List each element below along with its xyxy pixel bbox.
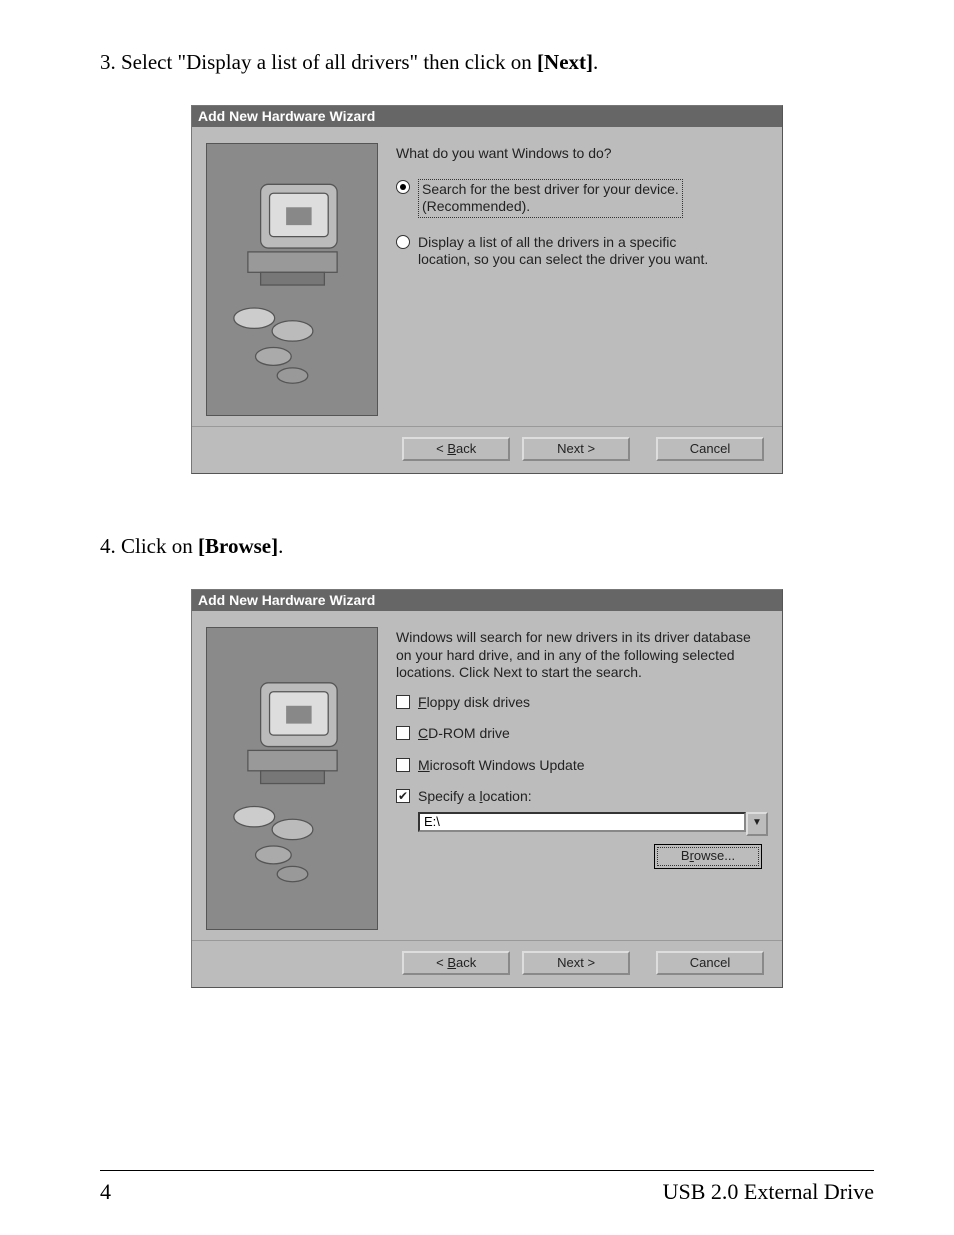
dialog2-button-bar: < Back Next > Cancel xyxy=(192,941,782,987)
wizard-graphic xyxy=(206,627,378,930)
radio2-line1: Display a list of all the drivers in a s… xyxy=(418,234,676,250)
computer-discs-icon xyxy=(216,643,369,914)
back-button[interactable]: < Back xyxy=(402,437,510,461)
page-footer: 4 USB 2.0 External Drive xyxy=(100,1170,874,1205)
instruction-step-4: 4. Click on [Browse]. xyxy=(100,534,874,559)
check-windows-update[interactable]: Microsoft Windows Update xyxy=(396,757,768,775)
checkbox-icon xyxy=(396,726,410,740)
wizard-dialog-2: Add New Hardware Wizard xyxy=(191,589,783,988)
checkbox-icon xyxy=(396,695,410,709)
check-cdrom[interactable]: CD-ROM drive xyxy=(396,725,768,743)
step4-text: 4. Click on xyxy=(100,534,198,558)
radio1-line1: Search for the best driver for your devi… xyxy=(422,181,679,197)
next-button[interactable]: Next > xyxy=(522,437,630,461)
browse-button[interactable]: Browse... xyxy=(654,844,762,869)
instruction-step-3: 3. Select "Display a list of all drivers… xyxy=(100,50,874,75)
next-button[interactable]: Next > xyxy=(522,951,630,975)
step3-bold: [Next] xyxy=(537,50,593,74)
computer-discs-icon xyxy=(216,158,369,402)
checkbox-icon xyxy=(396,758,410,772)
check-specify-location[interactable]: ✔ Specify a location: xyxy=(396,788,768,806)
step4-bold: [Browse] xyxy=(198,534,278,558)
step3-text: 3. Select "Display a list of all drivers… xyxy=(100,50,537,74)
dialog1-title: Add New Hardware Wizard xyxy=(192,106,782,127)
radio-option-search[interactable]: Search for the best driver for your devi… xyxy=(396,179,768,218)
wizard-dialog-1: Add New Hardware Wizard xyxy=(191,105,783,474)
step4-post: . xyxy=(278,534,283,558)
page-number: 4 xyxy=(100,1179,130,1205)
dialog2-prompt: Windows will search for new drivers in i… xyxy=(396,629,768,682)
radio2-line2: location, so you can select the driver y… xyxy=(418,251,708,267)
cancel-button[interactable]: Cancel xyxy=(656,437,764,461)
cancel-button[interactable]: Cancel xyxy=(656,951,764,975)
wizard-graphic xyxy=(206,143,378,416)
step3-post: . xyxy=(593,50,598,74)
dialog1-prompt: What do you want Windows to do? xyxy=(396,145,768,163)
dialog1-button-bar: < Back Next > Cancel xyxy=(192,427,782,473)
dialog2-title: Add New Hardware Wizard xyxy=(192,590,782,611)
back-button[interactable]: < Back xyxy=(402,951,510,975)
footer-title: USB 2.0 External Drive xyxy=(663,1179,874,1205)
check-floppy[interactable]: Floppy disk drives xyxy=(396,694,768,712)
radio-icon xyxy=(396,235,410,249)
location-dropdown-button[interactable]: ▼ xyxy=(746,812,768,836)
checkbox-icon: ✔ xyxy=(396,789,410,803)
radio1-line2: (Recommended). xyxy=(422,198,530,214)
radio-icon xyxy=(396,180,410,194)
radio-option-display-list[interactable]: Display a list of all the drivers in a s… xyxy=(396,234,768,269)
location-input[interactable] xyxy=(418,812,746,832)
